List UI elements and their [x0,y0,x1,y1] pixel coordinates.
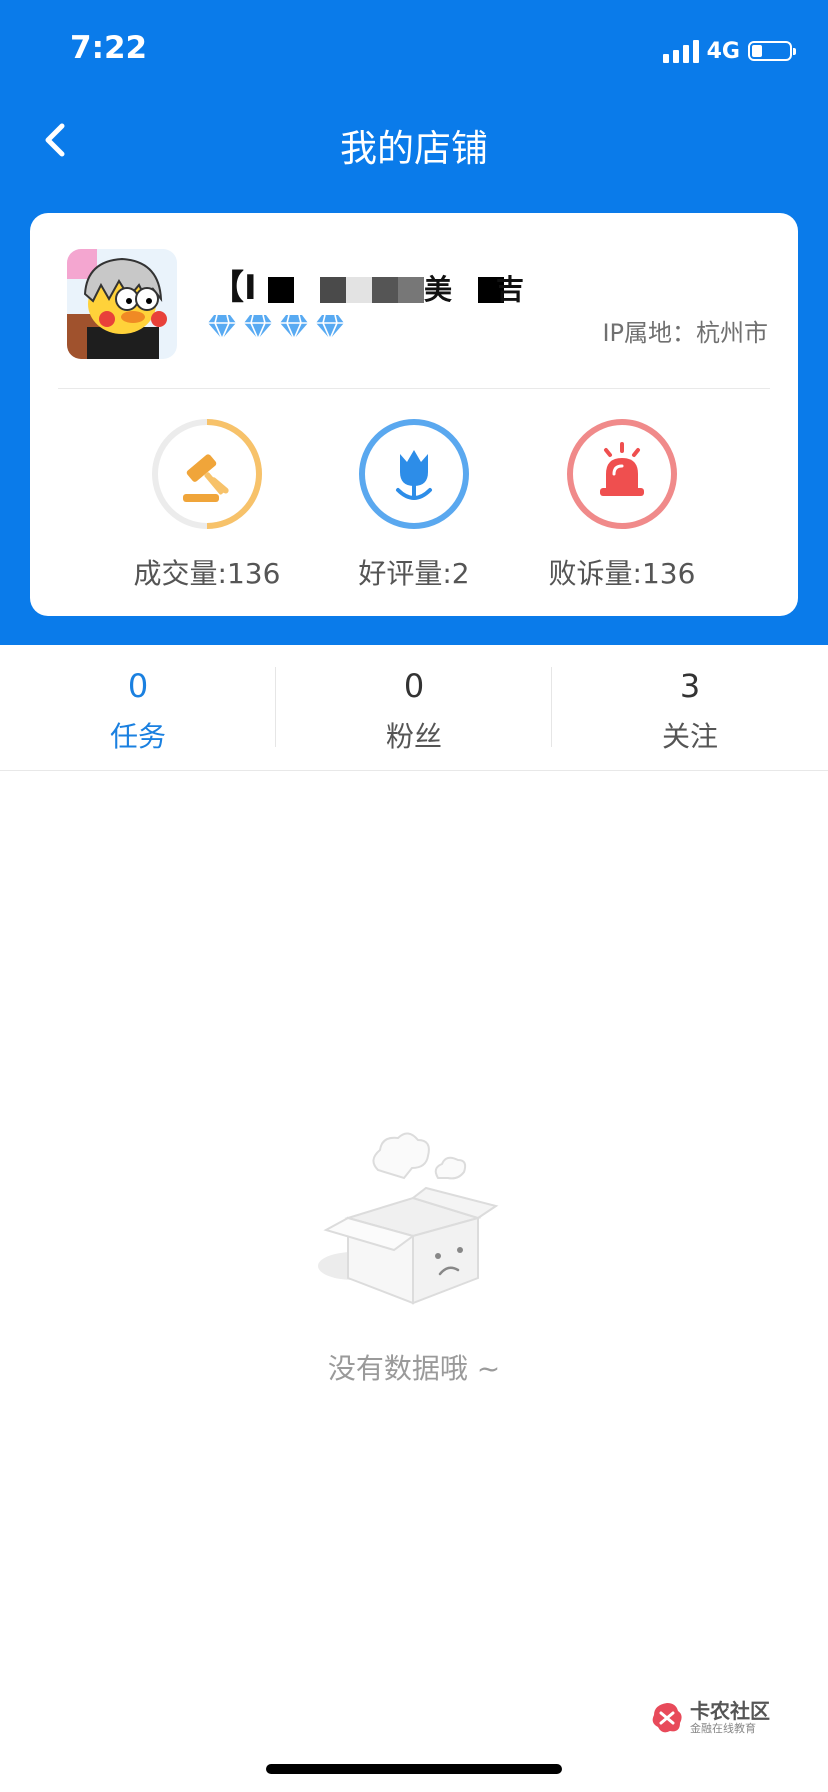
ip-location: IP属地：杭州市 [602,319,768,347]
profile-tabs: 0 任务 0 粉丝 3 关注 [0,645,828,771]
shop-avatar[interactable] [67,249,177,359]
diamond-icon [208,314,236,340]
empty-state-text: 没有数据哦 ~ [327,1352,501,1385]
following-label: 关注 [661,720,718,753]
kanong-logo-icon [652,1703,682,1733]
tab-following[interactable]: 3 关注 [552,645,828,770]
deals-label: 成交量:136 [133,557,281,590]
gavel-icon [183,454,229,502]
following-count: 3 [679,667,701,705]
svg-text:【I: 【I [210,268,257,308]
network-type: 4G [706,38,740,64]
diamond-icon [280,314,308,340]
tulip-icon [396,450,432,501]
home-indicator[interactable] [266,1764,562,1774]
avatar-image [67,249,177,359]
signal-icon [662,39,699,63]
page-title: 我的店铺 [340,127,488,170]
svg-text:美: 美 [424,273,452,306]
complaints-ring [567,419,677,529]
deals-ring [152,419,262,529]
shop-name-redacted: 【I 美 吉 [210,268,524,308]
complaints-label: 败诉量:136 [548,557,696,590]
card-divider [58,388,770,389]
alarm-icon [600,442,644,496]
battery-icon [748,41,796,61]
diamond-level [207,313,345,341]
watermark-title: 卡农社区 [690,1699,770,1723]
tab-tasks[interactable]: 0 任务 [0,645,276,770]
watermark: 卡农社区 金融在线教育 [650,1700,770,1736]
reviews-label: 好评量:2 [358,557,470,590]
shop-card: 【I 美 吉 IP属地：杭州市 成交量:136 好评量:2 败诉量:136 [30,213,798,616]
empty-box-icon [318,1132,499,1305]
diamond-icon [244,314,272,340]
status-indicators: 4G [662,36,796,66]
stat-complaints[interactable]: 败诉量:136 [537,418,707,592]
tasks-label: 任务 [109,720,166,753]
status-time: 7:22 [70,30,148,66]
fans-label: 粉丝 [385,720,442,753]
tasks-count: 0 [127,667,149,705]
header-background: 7:22 4G 我的店铺 【I 美 吉 IP属地：杭州市 成交量:136 好评量… [0,0,828,645]
svg-text:吉: 吉 [496,273,524,306]
watermark-subtitle: 金融在线教育 [690,1722,756,1735]
stat-deals[interactable]: 成交量:136 [122,418,292,592]
reviews-ring [359,419,469,529]
tab-fans[interactable]: 0 粉丝 [276,645,552,770]
diamond-icon [316,314,344,340]
fans-count: 0 [403,667,425,705]
stat-good-reviews[interactable]: 好评量:2 [329,418,499,592]
